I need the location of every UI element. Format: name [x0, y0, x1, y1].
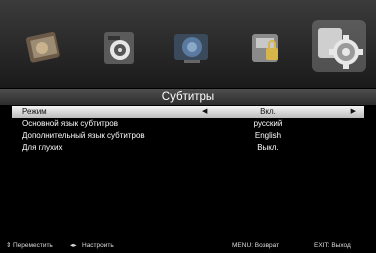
channel-icon[interactable] — [170, 28, 214, 68]
subtitle-settings-list: Режим ◀ Вкл. ▶ Основной язык субтитров р… — [0, 106, 376, 154]
move-hint: Переместить — [13, 242, 53, 249]
settings-icon[interactable] — [310, 18, 368, 74]
setting-value: Вкл. — [260, 107, 276, 116]
footer-hints: ⇕ Переместить ◂▸ Настроить MENU: Возврат… — [0, 240, 376, 252]
setting-label: Режим — [22, 107, 47, 116]
setting-row-secondary-subtitle-language[interactable]: Дополнительный язык субтитров English — [0, 130, 376, 142]
setting-value: Выкл. — [257, 143, 279, 152]
back-hint: MENU: Возврат — [232, 242, 280, 249]
arrow-right-icon[interactable]: ▶ — [351, 106, 356, 118]
sound-icon[interactable] — [98, 28, 142, 68]
adjust-hint: Настроить — [82, 242, 114, 249]
picture-icon[interactable] — [22, 28, 66, 68]
menu-icon-bar — [0, 0, 376, 88]
setting-label: Для глухих — [22, 143, 63, 152]
setting-row-primary-subtitle-language[interactable]: Основной язык субтитров русский — [0, 118, 376, 130]
tv-menu-screen: Субтитры Режим ◀ Вкл. ▶ Основной язык су… — [0, 0, 376, 253]
page-title: Субтитры — [0, 89, 376, 105]
setting-label: Основной язык субтитров — [22, 119, 118, 128]
adjust-icon: ◂▸ — [70, 242, 77, 249]
setting-label: Дополнительный язык субтитров — [22, 131, 145, 140]
arrow-left-icon[interactable]: ◀ — [202, 106, 207, 118]
setting-row-mode[interactable]: Режим ◀ Вкл. ▶ — [12, 106, 364, 118]
setting-row-hearing-impaired[interactable]: Для глухих Выкл. — [0, 142, 376, 154]
move-icon: ⇕ — [6, 242, 12, 249]
setting-value: English — [254, 131, 282, 140]
exit-hint: EXIT: Выход — [314, 242, 351, 249]
setting-value: русский — [253, 119, 283, 128]
lock-icon[interactable] — [244, 28, 288, 68]
